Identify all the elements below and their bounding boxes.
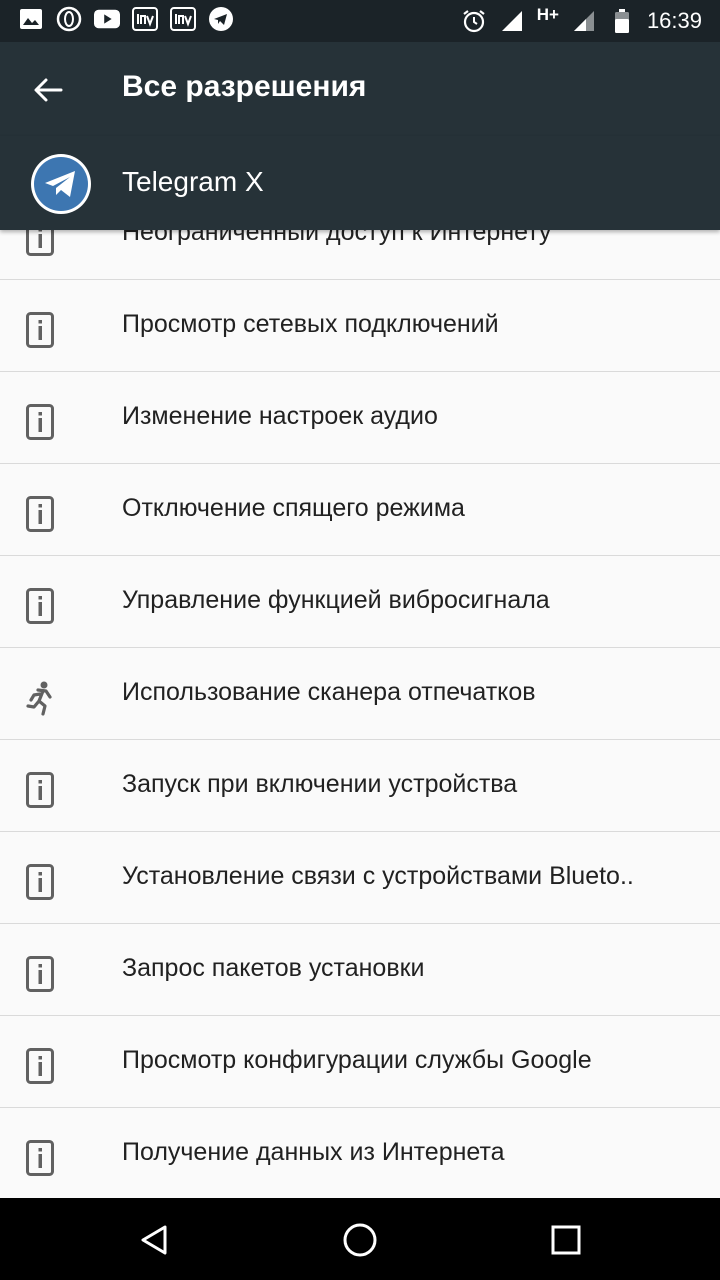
permission-item[interactable]: Использование сканера отпечатков [0, 648, 720, 740]
status-icons: H+ 16:39 [461, 4, 702, 38]
nav-back-icon [141, 1225, 167, 1255]
device-info-icon [26, 956, 54, 992]
permission-item[interactable]: Неограниченный доступ к Интернету [0, 230, 720, 280]
arrow-back-icon [34, 78, 63, 102]
device-info-icon [26, 496, 54, 532]
permission-item[interactable]: Изменение настроек аудио [0, 372, 720, 464]
opera-icon [56, 6, 82, 32]
nav-back-button[interactable] [130, 1216, 178, 1264]
battery-icon [609, 8, 635, 34]
permission-item[interactable]: Просмотр конфигурации службы Google [0, 1016, 720, 1108]
permission-item[interactable]: Управление функцией вибросигнала [0, 556, 720, 648]
permission-item[interactable]: Установление связи с устройствами Blueto… [0, 832, 720, 924]
image-icon [18, 6, 44, 32]
permission-label: Неограниченный доступ к Интернету [122, 230, 552, 246]
permission-item[interactable]: Запрос пакетов установки [0, 924, 720, 1016]
app-header: Telegram X [0, 136, 720, 230]
inv-icon [132, 6, 158, 32]
nav-recents-icon [551, 1225, 581, 1255]
signal-icon [571, 8, 597, 34]
telegram-icon [208, 6, 234, 32]
permission-label: Управление функцией вибросигнала [122, 586, 550, 614]
telegram-icon [31, 154, 91, 214]
permission-label: Просмотр конфигурации службы Google [122, 1046, 592, 1074]
inv-icon [170, 6, 196, 32]
nav-home-button[interactable] [336, 1216, 384, 1264]
running-person-icon [26, 680, 54, 716]
permission-list: Неограниченный доступ к Интернету Просмот… [0, 230, 720, 1198]
device-info-icon [26, 588, 54, 624]
permission-label: Установление связи с устройствами Blueto… [122, 862, 634, 890]
permission-item[interactable]: Получение данных из Интернета [0, 1108, 720, 1198]
network-type: H+ [536, 5, 559, 24]
clock: 16:39 [646, 8, 702, 33]
permission-label: Просмотр сетевых подключений [122, 310, 499, 338]
navigation-bar [0, 1198, 720, 1280]
permission-label: Запуск при включении устройства [122, 770, 518, 798]
device-info-icon [26, 404, 54, 440]
app-bar: Все разрешения [0, 42, 720, 136]
device-info-icon [26, 312, 54, 348]
page-title: Все разрешения [122, 70, 367, 103]
device-info-icon [26, 1140, 54, 1176]
device-info-icon [26, 230, 54, 256]
app-name: Telegram X [122, 166, 264, 197]
permission-label: Изменение настроек аудио [122, 402, 438, 430]
permission-item[interactable]: Просмотр сетевых подключений [0, 280, 720, 372]
alarm-icon [461, 8, 487, 34]
notification-icons [18, 6, 234, 32]
nav-home-icon [343, 1223, 377, 1257]
permission-label: Отключение спящего режима [122, 494, 465, 522]
nav-recents-button[interactable] [542, 1216, 590, 1264]
device-info-icon [26, 864, 54, 900]
device-info-icon [26, 1048, 54, 1084]
permission-item[interactable]: Запуск при включении устройства [0, 740, 720, 832]
youtube-icon [94, 6, 120, 32]
back-button[interactable] [24, 66, 72, 114]
permission-label: Использование сканера отпечатков [122, 678, 536, 706]
signal-icon [499, 8, 525, 34]
permission-label: Запрос пакетов установки [122, 954, 425, 982]
status-bar: H+ 16:39 [0, 0, 720, 42]
permission-label: Получение данных из Интернета [122, 1138, 505, 1166]
device-info-icon [26, 772, 54, 808]
permission-item[interactable]: Отключение спящего режима [0, 464, 720, 556]
